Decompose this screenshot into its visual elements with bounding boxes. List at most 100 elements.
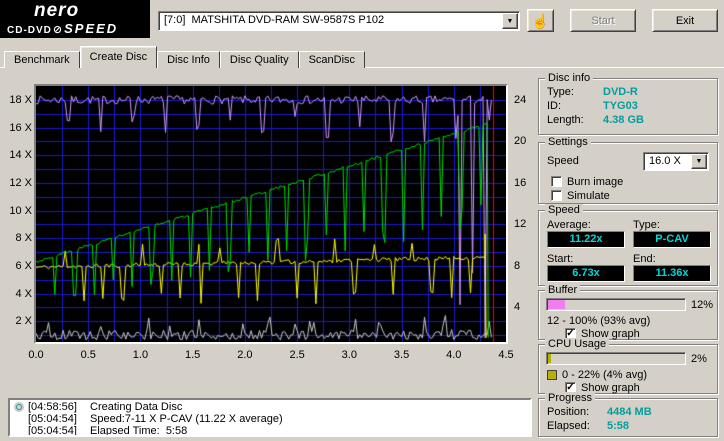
y-axis-left-tick: 12 X — [9, 176, 32, 189]
speed-select[interactable]: 16.0 X ▼ — [643, 152, 709, 171]
start-speed-value: 6.73x — [547, 265, 625, 282]
log-line: [05:04:54] Elapsed Time: 5:58 — [12, 425, 528, 437]
burn-image-checkbox[interactable]: Burn image — [551, 175, 623, 188]
cpu-percent-label: 2% — [691, 353, 707, 365]
chart-plot-frame — [34, 84, 508, 344]
x-axis-tick: 4.0 — [446, 349, 462, 361]
position-label: Position: — [547, 406, 590, 418]
chart-plot-canvas — [36, 86, 506, 342]
y-axis-left-tick: 14 X — [9, 149, 32, 162]
log-text: Speed:7-11 X P-CAV (11.22 X average) — [90, 413, 283, 425]
buffer-title: Buffer — [545, 284, 581, 296]
y-axis-right-tick: 12 — [514, 218, 527, 231]
position-value: 4484 MB — [607, 406, 652, 418]
disc-type-label: Type: — [547, 86, 574, 98]
status-log: [04:58:56] Creating Data Disc [05:04:54] Sp… — [8, 398, 532, 437]
buffer-percent-label: 12% — [691, 299, 714, 311]
exit-button[interactable]: Exit — [652, 9, 718, 32]
speed-setting-label: Speed — [547, 155, 579, 167]
elapsed-label: Elapsed: — [547, 420, 590, 432]
average-speed-value: 11.22x — [547, 231, 625, 248]
chevron-down-icon[interactable]: ▼ — [691, 154, 707, 169]
log-time: [05:04:54] — [28, 413, 77, 425]
x-axis-tick: 4.5 — [498, 349, 514, 361]
progress-group: Progress Position: 4484 MB Elapsed: 5:58 — [538, 392, 718, 437]
x-axis-tick: 2.0 — [237, 349, 253, 361]
y-axis-left-tick: 4 X — [15, 287, 32, 300]
y-axis-right-tick: 8 — [514, 259, 521, 272]
speed-group-title: Speed — [545, 204, 583, 216]
simulate-checkbox[interactable]: Simulate — [551, 189, 610, 202]
y-axis-right-tick: 24 — [514, 93, 527, 106]
simulate-checkbox-box[interactable] — [551, 190, 562, 201]
tab-disc-info[interactable]: Disc Info — [157, 51, 220, 68]
disc-type-value: DVD-R — [603, 86, 638, 98]
y-axis-left-tick: 10 X — [9, 204, 32, 217]
x-axis-tick: 1.0 — [132, 349, 149, 361]
disc-id-label: ID: — [547, 100, 562, 112]
average-speed-label: Average: — [547, 219, 591, 231]
hand-button[interactable]: ☝ — [527, 9, 554, 32]
nero-brand-text: nero — [34, 0, 80, 21]
y-axis-left-tick: 18 X — [9, 93, 32, 106]
start-speed-label: Start: — [547, 253, 574, 265]
write-type-value: P-CAV — [633, 231, 711, 248]
app-window: nero CD-DVD⊘SPEED [7:0] MATSHITA DVD-RAM… — [0, 0, 724, 441]
progress-title: Progress — [545, 392, 596, 404]
log-line: [05:04:54] Speed:7-11 X P-CAV (11.22 X av… — [12, 413, 528, 425]
tab-disc-quality[interactable]: Disc Quality — [219, 51, 299, 68]
burn-image-checkbox-label: Burn image — [567, 175, 624, 188]
disc-length-label: Length: — [547, 114, 584, 126]
tab-scandisc[interactable]: ScanDisc — [298, 51, 366, 68]
logo-cd-dvd-text: CD-DVD — [7, 25, 52, 36]
tab-create-disc[interactable]: Create Disc — [79, 46, 158, 68]
burn-image-checkbox-box[interactable] — [551, 176, 562, 187]
drive-select[interactable]: [7:0] MATSHITA DVD-RAM SW-9587S P102 ▼ — [158, 11, 520, 31]
x-axis-tick: 2.5 — [289, 349, 305, 361]
nero-logo: nero CD-DVD⊘SPEED — [0, 0, 150, 38]
y-axis-right-tick: 4 — [514, 301, 521, 314]
nero-product-text: CD-DVD⊘SPEED — [7, 21, 118, 36]
disc-info-title: Disc info — [545, 72, 594, 84]
cpu-bar-fill — [548, 354, 551, 363]
buffer-group: Buffer 12% 12 - 100% (93% avg) ✓ Show gr… — [538, 284, 718, 340]
y-axis-left-tick: 8 X — [15, 232, 32, 245]
disc-info-group: Disc info Type: DVD-R ID: TYG03 Length: … — [538, 72, 718, 135]
buffer-bar — [546, 298, 686, 311]
x-axis-tick: 0.0 — [28, 349, 44, 361]
start-button[interactable]: Start — [570, 9, 636, 32]
x-axis-tick: 3.5 — [393, 349, 410, 361]
tab-benchmark[interactable]: Benchmark — [4, 51, 80, 68]
write-speed-chart: 2 X 4 X 6 X 8 X 10 X 12 X 14 X 16 X 18 X 4 8 12 16 20… — [8, 74, 534, 366]
y-axis-left-tick: 16 X — [9, 121, 32, 134]
log-line: [04:58:56] Creating Data Disc — [12, 401, 528, 413]
settings-group: Settings Speed 16.0 X ▼ Burn image Simul… — [538, 136, 718, 204]
chevron-down-icon[interactable]: ▼ — [502, 13, 518, 29]
disc-icon — [14, 402, 24, 412]
log-time: [05:04:54] — [28, 425, 77, 437]
end-speed-label: End: — [633, 253, 656, 265]
log-text: Creating Data Disc — [90, 401, 183, 413]
end-speed-value: 11.36x — [633, 265, 711, 282]
speed-select-value: 16.0 X — [649, 155, 681, 167]
logo-disc-icon: ⊘ — [52, 23, 64, 36]
cpu-range-text: 0 - 22% (4% avg) — [562, 369, 647, 381]
drive-select-value: [7:0] MATSHITA DVD-RAM SW-9587S P102 — [164, 14, 385, 26]
elapsed-value: 5:58 — [607, 420, 630, 432]
cpu-usage-title: CPU Usage — [545, 338, 610, 350]
cpu-bar — [546, 352, 686, 365]
y-axis-right-tick: 20 — [514, 135, 527, 148]
logo-speed-text: SPEED — [64, 21, 119, 36]
settings-title: Settings — [545, 136, 591, 148]
x-axis-tick: 1.5 — [185, 349, 201, 361]
y-axis-left-tick: 6 X — [15, 259, 32, 272]
cpu-legend-swatch — [547, 370, 557, 380]
tab-bar: Benchmark Create Disc Disc Info Disc Qualit… — [4, 46, 366, 68]
hand-icon: ☝ — [531, 12, 550, 29]
x-axis-tick: 0.5 — [80, 349, 96, 361]
speed-group: Speed Average: Type: 11.22x P-CAV Start:… — [538, 204, 718, 286]
y-axis-right-tick: 16 — [514, 176, 527, 189]
write-type-label: Type: — [633, 219, 660, 231]
log-text: Elapsed Time: 5:58 — [90, 425, 188, 437]
cpu-usage-group: CPU Usage 2% 0 - 22% (4% avg) ✓ Show gra… — [538, 338, 718, 394]
